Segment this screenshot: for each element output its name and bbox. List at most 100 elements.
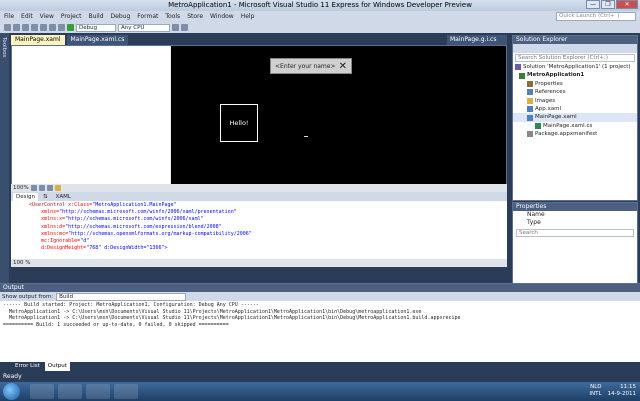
menu-window[interactable]: Window — [210, 13, 234, 20]
code-line: xmlns:x="http://schemas.microsoft.com/wi… — [29, 216, 204, 223]
forward-icon[interactable] — [13, 24, 20, 31]
name-input-placeholder: <Enter your name> — [275, 62, 336, 70]
tab-output[interactable]: Output — [44, 362, 70, 371]
file-explorer-icon[interactable] — [58, 384, 82, 399]
menu-file[interactable]: File — [4, 13, 14, 20]
output-panel: Output Show output from: Build ------ Bu… — [0, 283, 640, 362]
output-title: Output — [0, 284, 640, 292]
grid-icon[interactable] — [30, 185, 37, 191]
toolbox-label: Toolbox — [1, 37, 7, 58]
maximize-button[interactable]: ❐ — [601, 0, 615, 9]
find-icon[interactable] — [172, 24, 179, 31]
clear-icon[interactable]: ✕ — [339, 61, 347, 72]
designer-bottom-bar: 100% — [11, 184, 507, 192]
tab-error-list[interactable]: Error List — [12, 362, 43, 371]
open-icon[interactable] — [31, 24, 38, 31]
back-icon[interactable] — [4, 24, 11, 31]
tree-item-label: App.xaml — [535, 106, 562, 113]
tree-item-label: MainPage.xaml — [535, 114, 577, 121]
tree-item-label: References — [535, 89, 566, 96]
tree-item[interactable]: Properties — [513, 80, 637, 88]
menu-format[interactable]: Format — [137, 13, 158, 20]
menu-help[interactable]: Help — [241, 13, 255, 20]
tree-item[interactable]: Solution 'MetroApplication1' (1 project) — [513, 63, 637, 71]
code-line: d:DesignHeight="768" d:DesignWidth="1366… — [29, 245, 168, 252]
quick-launch-input[interactable]: Quick Launch (Ctrl+`) — [556, 12, 636, 21]
manifest-icon — [527, 131, 533, 138]
tree-item-label: MainPage.xaml.cs — [543, 122, 593, 129]
tree-item[interactable]: References — [513, 88, 637, 96]
tree-item[interactable]: MainPage.xaml — [513, 113, 637, 122]
tab-mainpage-g-i-cs[interactable]: MainPage.g.i.cs — [447, 35, 507, 45]
designer-zoom[interactable]: 100% — [13, 185, 29, 191]
properties-title: Properties — [513, 203, 637, 211]
language-indicator[interactable]: NLD INTL — [589, 384, 601, 398]
tab-mainpage-xaml-cs[interactable]: MainPage.xaml.cs — [66, 35, 129, 45]
output-line: MetroApplication1 -> C:\Users\msn\Docume… — [3, 315, 461, 322]
snap-icon[interactable] — [38, 185, 45, 191]
close-button[interactable]: ✕ — [616, 0, 638, 9]
xaml-code-editor[interactable]: <UserControl x:Class="MetroApplication1.… — [11, 201, 507, 259]
menu-store[interactable]: Store — [187, 13, 203, 20]
configuration-select[interactable]: Debug — [76, 23, 116, 32]
mouse-cursor — [304, 136, 308, 137]
solution-search-input[interactable]: Search Solution Explorer (Ctrl+;) — [515, 54, 635, 62]
menu-debug[interactable]: Debug — [111, 13, 131, 20]
arrow-right-icon[interactable] — [54, 185, 61, 191]
toolbox-icon[interactable] — [181, 24, 188, 31]
output-text: ------ Build started: Project: MetroAppl… — [0, 301, 640, 328]
tree-item[interactable]: App.xaml — [513, 105, 637, 113]
start-button-icon[interactable] — [3, 383, 20, 400]
platform-select[interactable]: Any CPU — [118, 23, 170, 32]
menu-tools[interactable]: Tools — [165, 13, 180, 20]
tab-xaml[interactable]: XAML — [53, 193, 74, 201]
menu-view[interactable]: View — [40, 13, 54, 20]
menu-project[interactable]: Project — [61, 13, 82, 20]
code-line: xmlns:mc="http://schemas.openxmlformats.… — [29, 230, 252, 237]
tree-item[interactable]: MetroApplication1 — [513, 71, 637, 79]
internet-explorer-icon[interactable] — [30, 384, 54, 399]
swap-panes-icon[interactable]: ⇅ — [40, 193, 51, 201]
tree-item[interactable]: Package.appxmanifest — [513, 130, 637, 138]
hello-button[interactable]: Hello! — [220, 104, 258, 142]
system-tray: NLD INTL 11:15 14-9-2011 — [589, 384, 636, 398]
tree-item-label: Package.appxmanifest — [535, 131, 598, 138]
toolbox-strip[interactable]: Toolbox — [0, 33, 9, 285]
output-line: ------ Build started: Project: MetroAppl… — [3, 302, 259, 308]
solution-icon — [515, 64, 521, 71]
menu-build[interactable]: Build — [88, 13, 103, 20]
code-zoom[interactable]: 100 % — [11, 259, 507, 267]
solution-explorer: Solution Explorer Search Solution Explor… — [512, 35, 638, 201]
name-input-box[interactable]: <Enter your name> ✕ — [270, 58, 352, 74]
tree-item-label: MetroApplication1 — [527, 72, 585, 79]
tab-mainpage-xaml[interactable]: MainPage.xaml — [11, 35, 65, 45]
code-line: xmlns="http://schemas.microsoft.com/winf… — [29, 209, 237, 216]
snapline-icon[interactable] — [46, 185, 53, 191]
output-line: MetroApplication1 -> C:\Users\msn\Docume… — [3, 308, 422, 315]
undo-icon[interactable] — [49, 24, 56, 31]
windows-taskbar: NLD INTL 11:15 14-9-2011 — [0, 382, 640, 401]
tree-item[interactable]: MainPage.xaml.cs — [513, 122, 637, 130]
code-line: <UserControl x:Class="MetroApplication1.… — [29, 202, 177, 208]
designer-margin — [12, 46, 170, 184]
property-name-label: Name — [527, 211, 545, 218]
menu-edit[interactable]: Edit — [21, 13, 33, 20]
visual-studio-icon[interactable] — [114, 384, 138, 399]
minimize-button[interactable]: — — [586, 0, 600, 9]
clock[interactable]: 11:15 14-9-2011 — [608, 384, 636, 398]
properties-icon — [527, 81, 533, 88]
menu-bar: File Edit View Project Build Debug Forma… — [0, 11, 640, 22]
save-icon[interactable] — [40, 24, 47, 31]
properties-search-input[interactable]: Search — [516, 229, 634, 237]
redo-icon[interactable] — [58, 24, 65, 31]
new-project-icon[interactable] — [22, 24, 29, 31]
code-line: mc:Ignorable="d" — [29, 238, 90, 245]
tree-item[interactable]: Images — [513, 97, 637, 105]
command-prompt-icon[interactable] — [86, 384, 110, 399]
start-debug-icon[interactable] — [67, 24, 74, 31]
output-source-select[interactable]: Build — [56, 292, 187, 301]
properties-panel: Properties Name Type Search — [512, 202, 638, 285]
folder-icon — [527, 97, 533, 104]
solution-explorer-title: Solution Explorer — [513, 36, 637, 44]
tab-design[interactable]: Design — [13, 192, 38, 201]
